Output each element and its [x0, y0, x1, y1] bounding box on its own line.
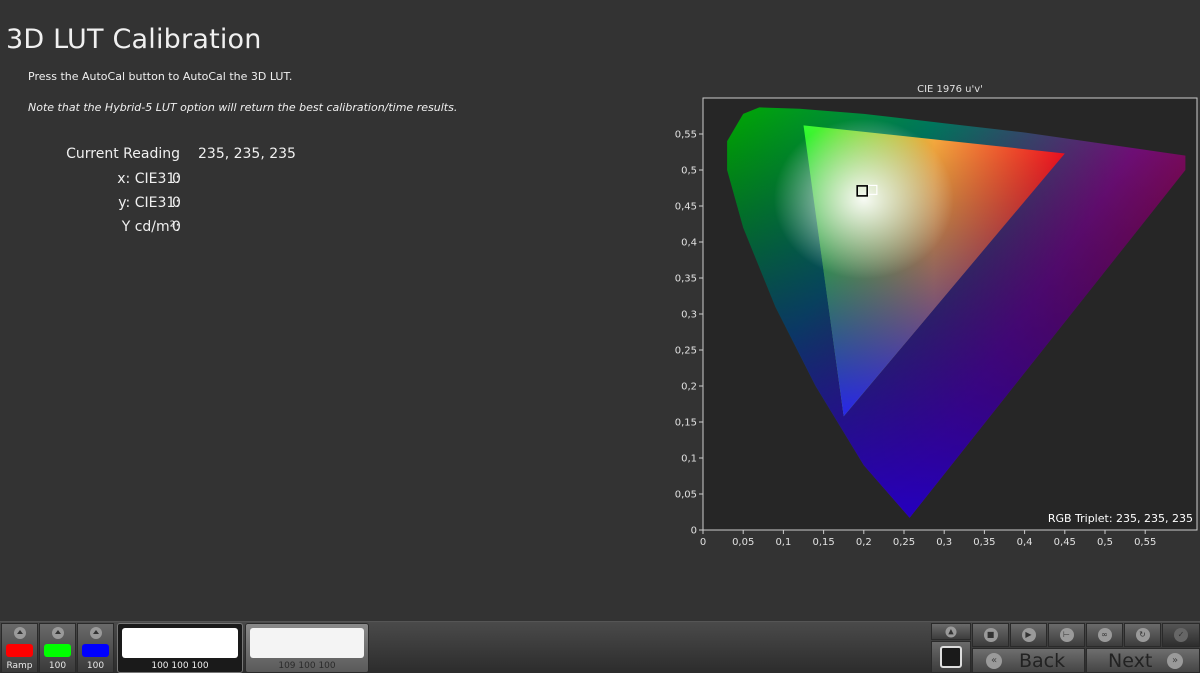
check-button[interactable]: ✓: [1162, 623, 1200, 647]
x-tick-label: 0,4: [1017, 537, 1033, 548]
instruction-text: Press the AutoCal button to AutoCal the …: [28, 70, 293, 83]
range-button[interactable]: ⊢: [1048, 623, 1085, 647]
y-tick-label: 0,55: [675, 130, 697, 141]
x-tick-label: 0,3: [936, 537, 952, 548]
patch-label: 109 100 100: [278, 661, 336, 671]
next-label: Next: [1108, 650, 1153, 672]
stop-button[interactable]: ■: [972, 623, 1009, 647]
swatch-chip: [82, 644, 109, 657]
next-button[interactable]: Next »: [1086, 648, 1200, 673]
double-left-icon: «: [986, 653, 1002, 669]
x-tick-label: 0,05: [732, 537, 754, 548]
page-title: 3D LUT Calibration: [6, 24, 262, 55]
patch-label: 100 100 100: [151, 661, 209, 671]
swatch-red[interactable]: Ramp: [1, 623, 38, 673]
note-text: Note that the Hybrid-5 LUT option will r…: [28, 101, 458, 114]
patch-current[interactable]: 100 100 100: [117, 623, 243, 673]
double-right-icon: »: [1167, 653, 1183, 669]
x-tick-label: 0,45: [1054, 537, 1076, 548]
x-tick-label: 0,1: [775, 537, 791, 548]
play-icon: ▶: [1021, 628, 1036, 642]
reading-value-x: 0: [172, 171, 181, 187]
x-tick-label: 0,2: [856, 537, 872, 548]
y-tick-label: 0,3: [681, 310, 697, 321]
swatch-label: 100: [48, 661, 67, 671]
cie-chart: 00 0,05 0,05 0,1 0,1 0,15 0,15 0,2 0,2 0,25 0,25 0,…: [675, 97, 1198, 548]
reading-value-luminance: 0: [172, 219, 181, 235]
swatch-label: Ramp: [6, 661, 33, 671]
x-tick-label: 0: [700, 537, 706, 548]
check-icon: ✓: [1174, 628, 1188, 642]
current-reading-label: Current Reading: [66, 146, 180, 162]
current-reading-value: 235, 235, 235: [198, 146, 296, 162]
x-tick-label: 0,55: [1134, 537, 1156, 548]
up-button[interactable]: ▲: [931, 623, 971, 640]
reading-value-y: 0: [172, 195, 181, 211]
reading-label-x: x: CIE31:: [117, 171, 180, 187]
x-tick-label: 0,25: [893, 537, 915, 548]
y-tick-label: 0: [691, 526, 697, 537]
refresh-button[interactable]: ↻: [1124, 623, 1161, 647]
swatch-chip: [44, 644, 71, 657]
x-tick-label: 0,35: [973, 537, 995, 548]
refresh-icon: ↻: [1135, 628, 1150, 642]
range-icon: ⊢: [1059, 628, 1074, 642]
up-arrow-icon[interactable]: [13, 627, 26, 639]
y-tick-label: 0,05: [675, 490, 697, 501]
y-tick-label: 0,5: [681, 166, 697, 177]
up-arrow-icon[interactable]: [51, 627, 64, 639]
y-tick-label: 0,4: [681, 238, 697, 249]
x-tick-label: 0,15: [812, 537, 834, 548]
y-tick-label: 0,2: [681, 382, 697, 393]
swatch-green[interactable]: 100: [39, 623, 76, 673]
stop-square-icon: [940, 646, 962, 668]
loop-button[interactable]: ∞: [1086, 623, 1123, 647]
patch-color: [250, 628, 364, 658]
stop-icon: ■: [983, 628, 998, 642]
swatch-label: 100: [86, 661, 105, 671]
reading-label-luminance: Y cd/m²:: [121, 219, 180, 235]
up-arrow-icon: ▲: [945, 626, 957, 637]
reading-label-y: y: CIE31:: [118, 195, 180, 211]
loop-icon: ∞: [1097, 628, 1112, 642]
y-tick-label: 0,1: [681, 454, 697, 465]
play-button[interactable]: ▶: [1010, 623, 1047, 647]
y-tick-label: 0,15: [675, 418, 697, 429]
patch-color: [122, 628, 238, 658]
patch-next[interactable]: 109 100 100: [245, 623, 369, 673]
swatch-blue[interactable]: 100: [77, 623, 114, 673]
back-label: Back: [1019, 650, 1066, 672]
white-point-glow: [773, 118, 954, 279]
y-tick-label: 0,35: [675, 274, 697, 285]
y-tick-label: 0,25: [675, 346, 697, 357]
stop-big-button[interactable]: [931, 641, 971, 673]
calibration-page: 3D LUT Calibration Press the AutoCal but…: [0, 0, 1200, 673]
x-tick-label: 0,5: [1097, 537, 1113, 548]
up-arrow-icon[interactable]: [89, 627, 102, 639]
swatch-chip: [6, 644, 33, 657]
y-tick-label: 0,45: [675, 202, 697, 213]
rgb-triplet-label: RGB Triplet: 235, 235, 235: [1048, 512, 1193, 525]
back-button[interactable]: « Back: [972, 648, 1085, 673]
